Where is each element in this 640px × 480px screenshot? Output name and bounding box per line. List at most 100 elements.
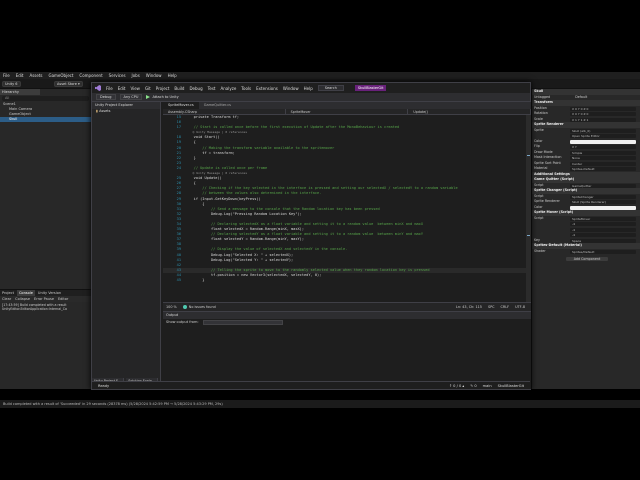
field-value[interactable]: Center <box>570 161 636 166</box>
field-value[interactable]: GameQuitter <box>570 183 636 188</box>
editor-dropdown[interactable]: Editor <box>58 296 68 302</box>
asset-store-button[interactable]: Asset Store ▾ <box>54 81 83 87</box>
nav-project[interactable]: Assembly-CSharp <box>163 109 286 114</box>
field-value[interactable]: X 1 Y 1 Z 1 <box>570 117 636 122</box>
unity-menu-jobs[interactable]: Jobs <box>132 73 140 78</box>
field-label: Sprite Changer (Script) <box>534 188 578 192</box>
hierarchy-tab[interactable]: Hierarchy <box>0 89 40 95</box>
hierarchy-item-skull[interactable]: Skull <box>0 117 91 122</box>
unity-menu-assets[interactable]: Assets <box>29 73 42 78</box>
editor-tabs: SpriteMover.cs GameQuitter.cs <box>163 102 531 109</box>
unity-menu-help[interactable]: Help <box>168 73 177 78</box>
zoom-level[interactable]: 100 % <box>166 303 177 311</box>
field-label: Sprites-Default (Material) <box>534 243 582 247</box>
clear-button[interactable]: Clear <box>2 296 11 302</box>
code-text: private Transform tf; <box>185 115 240 119</box>
unity-menu-component[interactable]: Component <box>79 73 102 78</box>
unity-menubar: File Edit Assets GameObject Component Se… <box>0 72 640 79</box>
field-value[interactable]: Sprites/Default <box>570 249 636 254</box>
config-dropdown[interactable]: Debug <box>96 94 116 100</box>
field-value[interactable]: -4 <box>570 227 636 232</box>
scroll-marker <box>527 155 530 156</box>
field-label: Sprite <box>534 127 544 132</box>
encoding[interactable]: UTF-8 <box>515 303 531 311</box>
platform-dropdown[interactable]: Any CPU <box>119 94 143 100</box>
vs-menu-test[interactable]: Test <box>208 86 216 91</box>
hierarchy-search[interactable]: All <box>2 96 89 101</box>
field-label: Position <box>534 105 547 110</box>
field-label: Game Quitter (Script) <box>534 177 575 181</box>
solution-explorer-title: Unity Project Explorer <box>92 102 160 109</box>
field-value[interactable]: Space <box>570 238 636 243</box>
tab-gamequitter[interactable]: GameQuitter.cs <box>199 102 236 109</box>
solution-item-assets[interactable]: ▮ Assets <box>92 109 160 114</box>
field-label: Sprite Renderer <box>534 122 564 126</box>
field-label: Script <box>534 182 544 187</box>
unity-menu-edit[interactable]: Edit <box>16 73 24 78</box>
editor-scrollbar[interactable] <box>526 115 531 302</box>
code-area[interactable]: 15 private Transform tf; 16 17 // Start is… <box>163 115 531 302</box>
editor-status: 100 % No issues found Ln: 43, Ch: 115 SP… <box>163 302 531 311</box>
error-pause-button[interactable]: Error Pause <box>34 296 54 302</box>
show-output-label: Show output from: <box>166 320 199 324</box>
field-value[interactable] <box>570 205 636 210</box>
vs-menu-window[interactable]: Window <box>283 86 299 91</box>
unity-menu-gameobject[interactable]: GameObject <box>48 73 73 78</box>
vs-menu-extensions[interactable]: Extensions <box>256 86 278 91</box>
line-number: 45 <box>176 278 181 282</box>
tab-spritemover[interactable]: SpriteMover.cs <box>163 102 199 109</box>
field-value[interactable]: X 0 Y 0 Z 0 <box>570 112 636 116</box>
field-value[interactable]: None <box>570 156 636 160</box>
unity-menu-file[interactable]: File <box>3 73 10 78</box>
vs-menu-view[interactable]: View <box>130 86 140 91</box>
vs-menu-debug[interactable]: Debug <box>189 86 202 91</box>
git-branch[interactable]: main <box>483 382 492 389</box>
layer-dropdown[interactable]: Default <box>575 95 587 99</box>
git-repo[interactable]: SkullBlasterGit <box>498 382 524 389</box>
field-value[interactable] <box>570 139 636 144</box>
vs-menu-help[interactable]: Help <box>304 86 313 91</box>
vs-menu-git[interactable]: Git <box>145 86 151 91</box>
vs-search-box[interactable]: Search <box>317 85 344 91</box>
unity-menu-services[interactable]: Services <box>109 73 126 78</box>
vs-menu-analyze[interactable]: Analyze <box>221 86 237 91</box>
vs-menu-project[interactable]: Project <box>156 86 170 91</box>
attach-label: Attach to Unity <box>152 95 179 99</box>
field-value[interactable]: SpriteChanger <box>570 194 636 199</box>
account-button[interactable]: Unity 6 <box>2 81 21 87</box>
add-component-button[interactable]: Add Component <box>565 257 609 261</box>
nav-member[interactable]: Update() <box>408 109 532 114</box>
tag-dropdown[interactable]: Untagged <box>534 95 550 99</box>
unity-menu-window[interactable]: Window <box>146 73 162 78</box>
output-source-dropdown[interactable] <box>202 320 283 325</box>
code-text: tf.position = new Vector3(selectedX, sel… <box>185 272 322 277</box>
field-value[interactable]: Skull (Sprite Renderer) <box>570 200 636 204</box>
field-value[interactable]: Simple <box>570 150 636 155</box>
unity-status-bar: Build completed with a result of 'Succee… <box>0 400 640 408</box>
git-changes[interactable]: ✎ 0 <box>470 382 476 389</box>
field-value[interactable]: SpriteMover <box>570 216 636 221</box>
field-label: Scale <box>534 116 543 121</box>
collapse-button[interactable]: Collapse <box>15 296 30 302</box>
code-line[interactable]: 45 } <box>163 278 531 283</box>
field-value[interactable]: X 0 Y 0 Z 0 <box>570 106 636 111</box>
vs-menu-file[interactable]: File <box>106 86 113 91</box>
cursor-position[interactable]: Ln: 43, Ch: 115 <box>456 303 482 311</box>
vs-menubar: File Edit View Git Project Build Debug T… <box>92 83 530 93</box>
issues-indicator[interactable]: No issues found <box>182 303 216 311</box>
vs-menu-build[interactable]: Build <box>174 86 184 91</box>
nav-class[interactable]: SpriteMover <box>286 109 409 114</box>
field-value[interactable]: -4 <box>570 233 636 237</box>
vs-menu-edit[interactable]: Edit <box>118 86 126 91</box>
field-value[interactable]: Skull (alb_0) <box>570 128 636 133</box>
attach-to-unity-button[interactable]: Attach to Unity <box>146 95 179 99</box>
field-value[interactable]: -4 <box>570 222 636 226</box>
field-value[interactable]: Sprites-Default <box>570 167 636 171</box>
field-value[interactable]: X Y <box>570 145 636 149</box>
line-ending[interactable]: CRLF <box>501 303 510 311</box>
console-message[interactable]: [17:43:59] Build completed with a result… <box>0 302 92 312</box>
vs-menu-tools[interactable]: Tools <box>241 86 251 91</box>
field-value[interactable]: Open Sprite Editor <box>570 134 636 138</box>
indent-mode[interactable]: SPC <box>488 303 495 311</box>
git-sync[interactable]: ↑ 0 / 0 ▴ <box>449 382 464 389</box>
